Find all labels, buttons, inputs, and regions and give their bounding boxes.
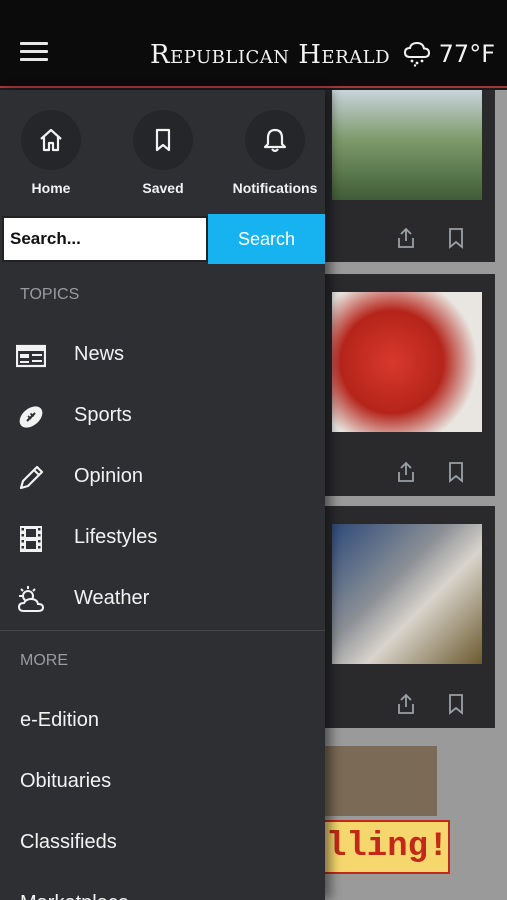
search-input-text: Search... — [10, 229, 81, 248]
nav-item-label: Classifieds — [20, 831, 117, 853]
pencil-icon — [19, 465, 44, 490]
bookmark-icon[interactable] — [444, 692, 468, 716]
nav-item-label: Marketplace — [20, 892, 129, 900]
ad-banner-text[interactable]: lling! — [318, 820, 450, 874]
nav-item-label: Lifestyles — [74, 526, 158, 548]
article-image — [332, 292, 482, 432]
notifications-label: Notifications — [232, 180, 318, 196]
menu-icon[interactable] — [20, 42, 48, 62]
share-icon[interactable] — [394, 226, 418, 250]
brand-logo: Republican Herald — [150, 40, 391, 70]
article-card[interactable] — [316, 274, 495, 496]
nav-item-news[interactable]: News — [0, 331, 325, 381]
nav-item-label: Opinion — [74, 465, 143, 487]
nav-item-label: News — [74, 343, 125, 365]
weather-widget[interactable]: 77°F — [403, 40, 495, 68]
nav-item-classifieds[interactable]: Classifieds — [0, 819, 325, 869]
topics-heading: TOPICS — [20, 286, 80, 303]
search-button[interactable]: Search — [208, 214, 325, 264]
temperature: 77°F — [438, 40, 495, 68]
article-image — [332, 90, 482, 200]
article-image — [332, 524, 482, 664]
app-header: Republican Herald 77°F — [0, 0, 507, 88]
nav-item-lifestyles[interactable]: Lifestyles — [0, 514, 325, 564]
quick-actions: Home Saved Notifications — [0, 90, 325, 214]
nav-item-label: e-Edition — [20, 709, 99, 731]
home-label: Home — [31, 180, 71, 196]
home-button[interactable]: Home — [0, 110, 106, 196]
search-bar: Search... Search — [0, 214, 325, 264]
article-card[interactable] — [316, 90, 495, 262]
notifications-button[interactable]: Notifications — [220, 110, 330, 196]
sun-cloud-icon — [17, 586, 45, 612]
more-heading: MORE — [20, 652, 68, 669]
navigation-drawer: Home Saved Notifications Search... Searc… — [0, 90, 325, 900]
share-icon[interactable] — [394, 460, 418, 484]
section-divider — [0, 630, 325, 631]
film-icon — [20, 526, 42, 552]
nav-item-opinion[interactable]: Opinion — [0, 453, 325, 503]
cloud-snow-icon — [403, 41, 430, 67]
nav-item-sports[interactable]: Sports — [0, 392, 325, 442]
bell-icon — [263, 128, 287, 153]
football-icon — [19, 406, 43, 428]
bookmark-icon[interactable] — [444, 226, 468, 250]
newspaper-icon — [16, 344, 46, 368]
article-card[interactable] — [316, 506, 495, 728]
bookmark-icon[interactable] — [444, 460, 468, 484]
bookmark-icon — [155, 128, 171, 152]
nav-item-marketplace[interactable]: Marketplace — [0, 880, 325, 900]
nav-item-label: Obituaries — [20, 770, 112, 792]
nav-item-obituaries[interactable]: Obituaries — [0, 758, 325, 808]
saved-label: Saved — [142, 180, 184, 196]
nav-item-label: Sports — [74, 404, 132, 426]
nav-item-label: Weather — [74, 587, 150, 609]
search-input[interactable]: Search... — [2, 216, 208, 262]
home-icon — [40, 128, 62, 152]
nav-item-weather[interactable]: Weather — [0, 575, 325, 625]
share-icon[interactable] — [394, 692, 418, 716]
ad-image[interactable] — [320, 746, 437, 816]
saved-button[interactable]: Saved — [108, 110, 218, 196]
nav-item-e-edition[interactable]: e-Edition — [0, 697, 325, 747]
